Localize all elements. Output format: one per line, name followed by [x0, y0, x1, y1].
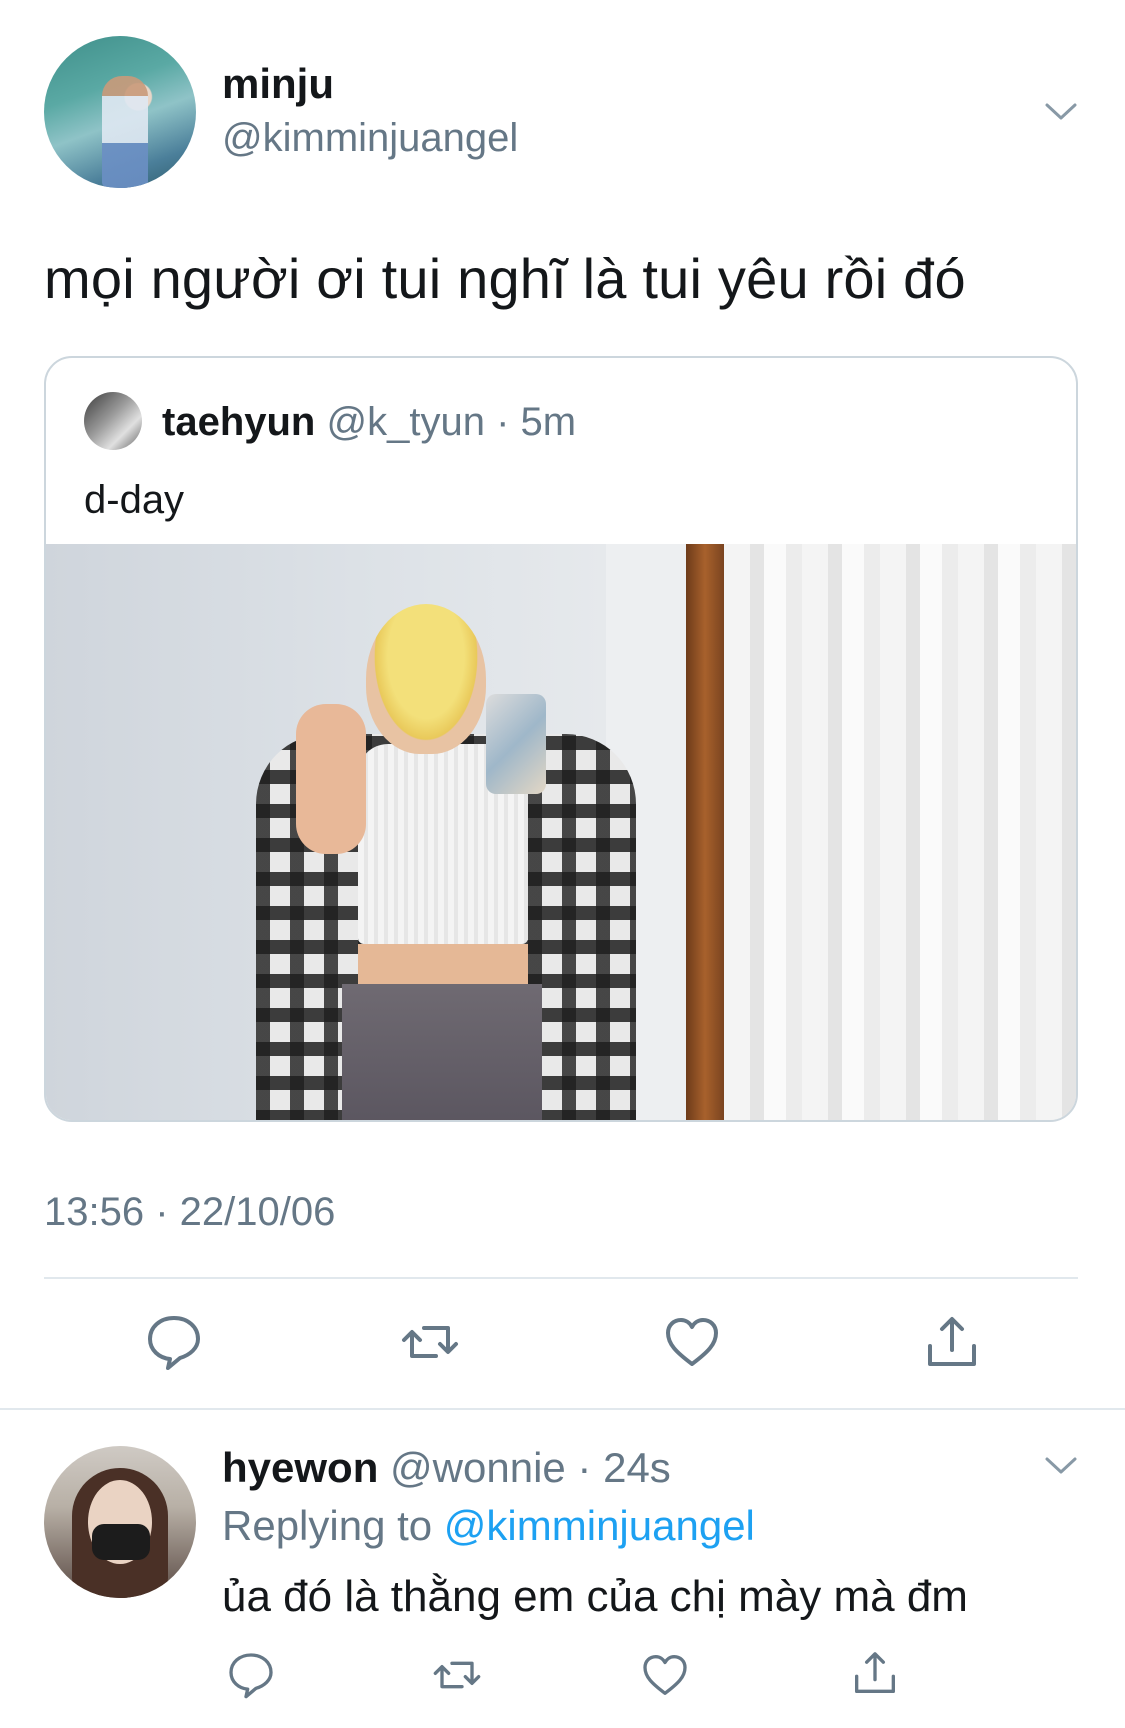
quoted-tweet-photo[interactable] [46, 544, 1076, 1120]
chevron-down-icon[interactable] [1044, 1448, 1078, 1482]
author-handle[interactable]: @kimminjuangel [222, 116, 518, 161]
quoted-author-name: taehyun [162, 400, 316, 444]
share-icon[interactable] [922, 1312, 982, 1372]
author-avatar[interactable] [44, 36, 196, 188]
like-icon[interactable] [640, 1650, 690, 1700]
dot-separator: · [484, 400, 521, 444]
divider [44, 1277, 1078, 1279]
reply-author-avatar[interactable] [44, 1446, 196, 1598]
quoted-tweet[interactable]: taehyun @k_tyun · 5m d-day [44, 356, 1078, 1122]
reply-header: hyewon @wonnie · 24s [222, 1444, 671, 1492]
quoted-tweet-header: taehyun @k_tyun · 5m [162, 400, 576, 445]
share-icon[interactable] [850, 1648, 900, 1698]
tweet-text: mọi người ơi tui nghĩ là tui yêu rồi đó [44, 247, 966, 310]
chevron-down-icon[interactable] [1044, 94, 1078, 128]
author-name[interactable]: minju [222, 60, 334, 108]
retweet-icon[interactable] [432, 1650, 482, 1700]
quoted-author-handle: @k_tyun [326, 400, 485, 444]
reply-time: 24s [603, 1444, 671, 1491]
reply-author-handle[interactable]: @wonnie [390, 1444, 566, 1491]
replying-to-link[interactable]: @kimminjuangel [444, 1502, 755, 1549]
quoted-tweet-text: d-day [84, 478, 185, 522]
retweet-icon[interactable] [400, 1312, 460, 1372]
like-icon[interactable] [662, 1312, 722, 1372]
replying-label: Replying to [222, 1502, 433, 1549]
quoted-author-avatar [84, 392, 142, 450]
quoted-time: 5m [520, 400, 577, 444]
section-divider [0, 1408, 1125, 1410]
reply-text: ủa đó là thằng em của chị mày mà đm [222, 1572, 968, 1621]
replying-to: Replying to @kimminjuangel [222, 1502, 755, 1550]
reply-icon[interactable] [144, 1312, 204, 1372]
reply-icon[interactable] [226, 1650, 276, 1700]
dot-separator: · [565, 1444, 604, 1491]
reply-author-name[interactable]: hyewon [222, 1444, 378, 1491]
tweet-timestamp: 13:56 · 22/10/06 [44, 1190, 336, 1234]
